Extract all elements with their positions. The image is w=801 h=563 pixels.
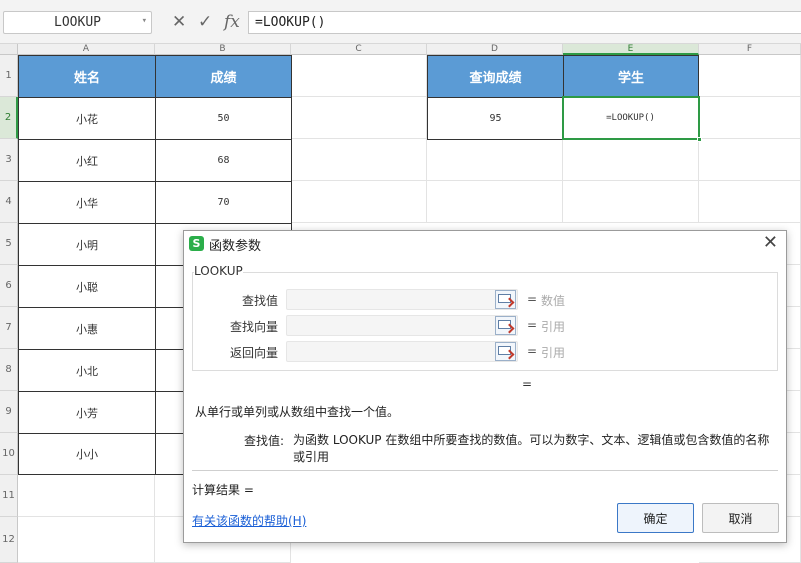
cell-b3[interactable]: 68 [155, 139, 292, 182]
cell-f1[interactable] [699, 55, 801, 97]
arg-equals-2: = [527, 318, 538, 332]
cell-a4[interactable]: 小华 [18, 181, 156, 224]
ok-button[interactable]: 确定 [617, 503, 694, 533]
dialog-titlebar[interactable]: S 函数参数 ✕ [184, 231, 786, 257]
row-header-8[interactable]: 8 [0, 349, 18, 391]
cell-a8[interactable]: 小北 [18, 349, 156, 392]
column-header-c[interactable]: C [291, 44, 427, 55]
select-all-corner[interactable] [0, 44, 18, 55]
arg-hint-3: 引用 [541, 346, 566, 360]
cell-a1-header[interactable]: 姓名 [18, 55, 156, 98]
cell-a5[interactable]: 小明 [18, 223, 156, 266]
param-name: 查找值: [244, 434, 285, 448]
cell-e4[interactable] [563, 181, 699, 223]
cell-a2[interactable]: 小花 [18, 97, 156, 140]
cell-c1[interactable] [291, 55, 427, 97]
help-link[interactable]: 有关该函数的帮助(H) [192, 512, 306, 529]
fill-handle[interactable] [697, 137, 702, 142]
row-header-11[interactable]: 11 [0, 475, 18, 517]
cell-a6[interactable]: 小聪 [18, 265, 156, 308]
column-header-a[interactable]: A [18, 44, 155, 55]
cell-f3[interactable] [699, 139, 801, 181]
lookup-value-input[interactable] [286, 289, 518, 310]
formula-result-equals: = [522, 377, 533, 391]
cell-a10[interactable]: 小小 [18, 433, 156, 475]
cell-d2[interactable]: 95 [427, 97, 564, 140]
arg-hint-1: 数值 [541, 294, 566, 308]
param-description: 为函数 LOOKUP 在数组中所要查找的数值。可以为数字、文本、逻辑值或包含数值… [293, 433, 770, 464]
cell-a11[interactable] [18, 475, 155, 517]
function-description: 从单行或单列或从数组中查找一个值。 [195, 405, 400, 419]
collapse-dialog-button-1[interactable] [495, 290, 516, 309]
column-header-e[interactable]: E [563, 44, 699, 55]
row-header-9[interactable]: 9 [0, 391, 18, 433]
function-arguments-dialog: S 函数参数 ✕ LOOKUP 查找值 = 数值 查找向量 = 引用 返回向量 … [183, 230, 787, 543]
collapse-dialog-button-3[interactable] [495, 342, 516, 361]
cell-d3[interactable] [427, 139, 563, 181]
name-box-value: LOOKUP [54, 15, 101, 30]
row-header-4[interactable]: 4 [0, 181, 18, 223]
cell-f2[interactable] [699, 97, 801, 139]
divider [192, 470, 778, 471]
arg-hint-2: 引用 [541, 320, 566, 334]
row-header-3[interactable]: 3 [0, 139, 18, 181]
name-box[interactable]: LOOKUP ▾ [3, 11, 152, 34]
arg-label-lookup-vector: 查找向量 [229, 320, 278, 334]
chevron-down-icon[interactable]: ▾ [142, 16, 147, 26]
arg-label-result-vector: 返回向量 [229, 346, 278, 360]
cell-d4[interactable] [427, 181, 563, 223]
fx-icon[interactable]: fx [224, 10, 240, 34]
cell-a3[interactable]: 小红 [18, 139, 156, 182]
arrow-icon [504, 297, 515, 308]
lookup-vector-input[interactable] [286, 315, 518, 336]
cell-a7[interactable]: 小惠 [18, 307, 156, 350]
cell-e3[interactable] [563, 139, 699, 181]
column-header-f[interactable]: F [699, 44, 801, 55]
arg-equals-3: = [527, 344, 538, 358]
cell-e1-header[interactable]: 学生 [563, 55, 699, 98]
cell-f4[interactable] [699, 181, 801, 223]
cancel-icon[interactable]: ✕ [172, 10, 186, 34]
result-vector-input[interactable] [286, 341, 518, 362]
formula-bar: LOOKUP ▾ ✕ ✓ fx =LOOKUP() [0, 0, 801, 44]
cancel-button[interactable]: 取消 [702, 503, 779, 533]
close-icon[interactable]: ✕ [763, 233, 778, 253]
cell-b2[interactable]: 50 [155, 97, 292, 140]
function-name-label: LOOKUP [194, 264, 243, 278]
row-header-1[interactable]: 1 [0, 55, 18, 97]
arg-equals-1: = [527, 292, 538, 306]
row-header-10[interactable]: 10 [0, 433, 18, 475]
row-header-12[interactable]: 12 [0, 517, 18, 563]
collapse-dialog-button-2[interactable] [495, 316, 516, 335]
cell-c2[interactable] [291, 97, 427, 139]
column-header-d[interactable]: D [427, 44, 563, 55]
arrow-icon [504, 323, 515, 334]
arg-label-lookup-value: 查找值 [241, 294, 278, 308]
calc-result: 计算结果 = [192, 483, 254, 497]
cell-b1-header[interactable]: 成绩 [155, 55, 292, 98]
row-header-7[interactable]: 7 [0, 307, 18, 349]
cell-a12[interactable] [18, 517, 155, 563]
cell-c3[interactable] [291, 139, 427, 181]
column-header-b[interactable]: B [155, 44, 291, 55]
arrow-icon [504, 349, 515, 360]
wps-logo-icon: S [189, 236, 204, 251]
cell-b4[interactable]: 70 [155, 181, 292, 224]
confirm-icon[interactable]: ✓ [198, 10, 212, 34]
formula-input[interactable]: =LOOKUP() [248, 11, 801, 34]
cell-a9[interactable]: 小芳 [18, 391, 156, 434]
dialog-title: 函数参数 [209, 239, 262, 254]
active-cell-border [562, 96, 702, 142]
row-header-6[interactable]: 6 [0, 265, 18, 307]
row-header-5[interactable]: 5 [0, 223, 18, 265]
cell-c4[interactable] [291, 181, 427, 223]
cell-d1-header[interactable]: 查询成绩 [427, 55, 564, 98]
row-header-2[interactable]: 2 [0, 97, 18, 139]
